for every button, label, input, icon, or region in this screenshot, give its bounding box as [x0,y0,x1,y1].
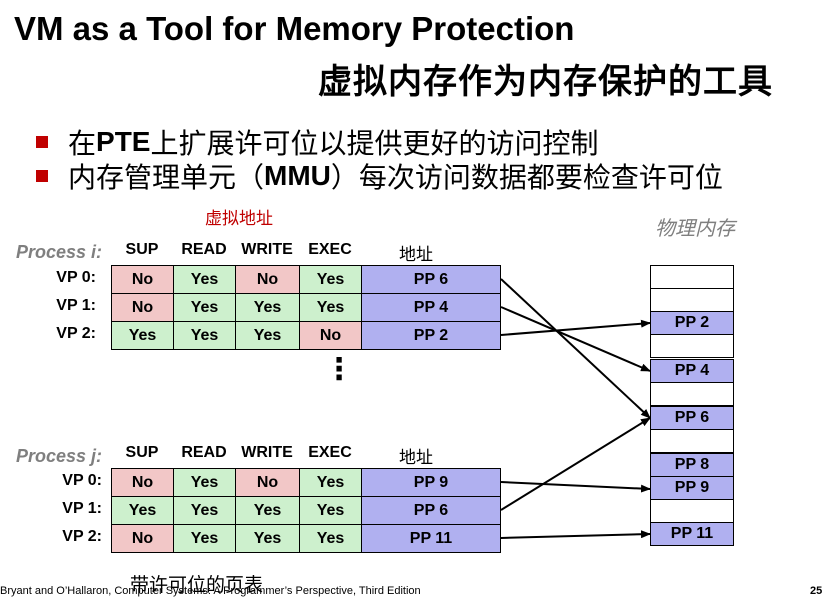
mapping-arrows [500,278,651,539]
arrow-j-vp2-pp11 [500,530,651,539]
arrow-i-vp2-pp2 [500,319,651,336]
arrow-j-vp1-pp6 [500,417,651,511]
arrow-i-vp0-pp6 [500,278,651,419]
footer-citation: Bryant and O’Hallaron, Computer Systems:… [0,585,421,597]
arrow-j-vp0-pp9 [500,481,651,493]
arrow-i-vp1-pp4 [500,306,651,372]
page-number: 25 [810,585,823,597]
